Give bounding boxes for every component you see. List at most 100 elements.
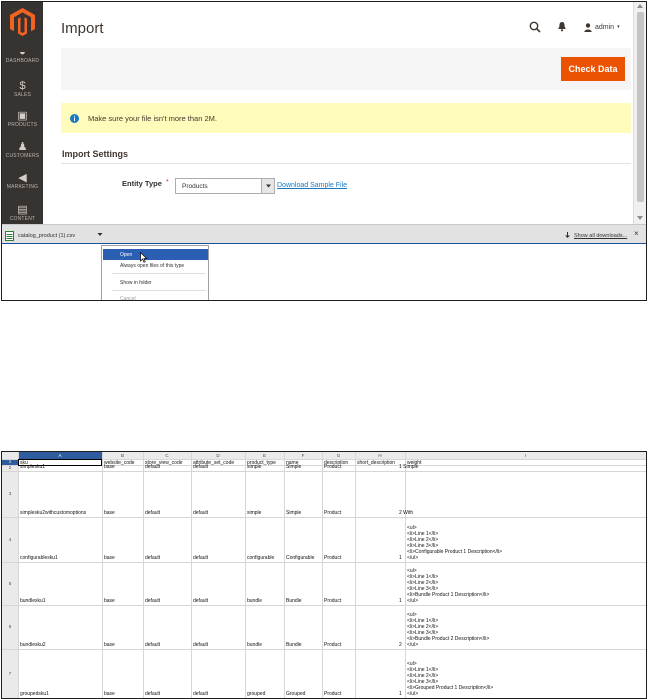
- table-cell[interactable]: 1: [399, 555, 402, 561]
- table-cell[interactable]: bundlesku2: [20, 642, 46, 648]
- entity-type-select[interactable]: Products: [175, 178, 275, 194]
- table-cell[interactable]: 1 Simple: [399, 464, 418, 470]
- column-header-h[interactable]: H: [355, 452, 405, 459]
- vertical-scrollbar[interactable]: [633, 2, 646, 224]
- column-header-i[interactable]: I: [405, 452, 646, 459]
- check-data-button[interactable]: Check Data: [561, 57, 625, 81]
- grid-line: [646, 452, 647, 698]
- close-icon[interactable]: ×: [634, 229, 639, 238]
- table-cell[interactable]: 1: [399, 691, 402, 697]
- column-header-d[interactable]: D: [191, 452, 245, 459]
- scroll-down-arrow-icon[interactable]: [637, 216, 643, 220]
- row-header[interactable]: 5: [2, 562, 18, 605]
- table-cell[interactable]: base: [104, 691, 115, 697]
- menu-item-open[interactable]: Open: [103, 249, 208, 260]
- table-cell[interactable]: default: [145, 555, 160, 561]
- table-cell[interactable]: default: [193, 691, 208, 697]
- sidebar-item-dashboard[interactable]: ◒ DASHBOARD: [2, 46, 43, 65]
- table-cell[interactable]: base: [104, 555, 115, 561]
- table-cell[interactable]: Product: [324, 642, 341, 648]
- description-cell[interactable]: <ul> <li>Line 1</li> <li>Line 2</li> <li…: [407, 612, 489, 649]
- table-cell[interactable]: simplesku2withcustomoptions: [20, 510, 86, 516]
- table-cell[interactable]: Grouped: [286, 691, 305, 697]
- sidebar-item-content[interactable]: ▤ CONTENT: [2, 204, 43, 223]
- table-cell[interactable]: 1: [399, 598, 402, 604]
- column-header-g[interactable]: G: [322, 452, 355, 459]
- table-cell[interactable]: configurablesku1: [20, 555, 58, 561]
- content-icon: ▤: [17, 204, 28, 216]
- grid-line: [102, 452, 103, 698]
- table-cell[interactable]: grouped: [247, 691, 265, 697]
- table-cell[interactable]: base: [104, 642, 115, 648]
- row-header[interactable]: 7: [2, 649, 18, 698]
- table-cell[interactable]: default: [193, 598, 208, 604]
- show-all-downloads[interactable]: Show all downloads...: [564, 232, 627, 239]
- table-cell[interactable]: simplesku1: [20, 464, 45, 470]
- sidebar-item-sales[interactable]: $ SALES: [2, 80, 43, 99]
- table-cell[interactable]: Product: [324, 598, 341, 604]
- table-cell[interactable]: default: [145, 598, 160, 604]
- table-cell[interactable]: bundle: [247, 598, 262, 604]
- sidebar-item-customers[interactable]: ♟ CUSTOMERS: [2, 141, 43, 160]
- table-cell[interactable]: Configurable: [286, 555, 314, 561]
- description-cell[interactable]: <ul> <li>Line 1</li> <li>Line 2</li> <li…: [407, 568, 489, 605]
- select-arrow[interactable]: [261, 179, 274, 193]
- table-cell[interactable]: default: [193, 464, 208, 470]
- bell-icon[interactable]: [557, 21, 567, 32]
- table-cell[interactable]: Product: [324, 464, 341, 470]
- table-cell[interactable]: default: [193, 555, 208, 561]
- header-cell[interactable]: short_description: [357, 460, 395, 466]
- grid-line: [2, 605, 646, 606]
- table-cell[interactable]: default: [145, 510, 160, 516]
- column-header-b[interactable]: B: [102, 452, 143, 459]
- column-header-e[interactable]: E: [245, 452, 284, 459]
- search-icon[interactable]: [529, 21, 541, 33]
- table-cell[interactable]: base: [104, 464, 115, 470]
- table-cell[interactable]: bundle: [247, 642, 262, 648]
- table-cell[interactable]: Bundle: [286, 642, 302, 648]
- table-cell[interactable]: base: [104, 510, 115, 516]
- menu-item-cancel[interactable]: Cancel: [103, 293, 208, 300]
- table-cell[interactable]: default: [145, 464, 160, 470]
- table-cell[interactable]: default: [193, 510, 208, 516]
- scroll-up-arrow-icon[interactable]: [637, 4, 643, 8]
- table-cell[interactable]: default: [145, 691, 160, 697]
- scrollbar-thumb[interactable]: [637, 12, 644, 202]
- description-cell[interactable]: <ul> <li>Line 1</li> <li>Line 2</li> <li…: [407, 525, 502, 562]
- table-cell[interactable]: Product: [324, 691, 341, 697]
- table-cell[interactable]: Product: [324, 510, 341, 516]
- table-cell[interactable]: simple: [247, 510, 261, 516]
- table-cell[interactable]: Product: [324, 555, 341, 561]
- table-cell[interactable]: default: [145, 642, 160, 648]
- row-header[interactable]: 3: [2, 471, 18, 517]
- table-cell[interactable]: Bundle: [286, 598, 302, 604]
- table-cell[interactable]: Simple: [286, 510, 301, 516]
- column-header-c[interactable]: C: [143, 452, 191, 459]
- sheet-corner[interactable]: [2, 452, 18, 459]
- table-cell[interactable]: 2: [399, 642, 402, 648]
- column-header-a[interactable]: A: [18, 452, 102, 459]
- column-header-f[interactable]: F: [284, 452, 322, 459]
- info-icon: [70, 113, 79, 123]
- table-cell[interactable]: Simple: [286, 464, 301, 470]
- user-menu[interactable]: admin ▾: [584, 21, 620, 33]
- table-cell[interactable]: bundlesku1: [20, 598, 46, 604]
- table-cell[interactable]: default: [193, 642, 208, 648]
- row-header[interactable]: 6: [2, 605, 18, 649]
- download-item[interactable]: catalog_product (1).csv: [5, 229, 75, 242]
- sidebar-item-products[interactable]: ▣ PRODUCTS: [2, 110, 43, 129]
- sidebar-item-marketing[interactable]: ◀ MARKETING: [2, 172, 43, 191]
- table-cell[interactable]: 2 With: [399, 510, 413, 516]
- grid-line: [2, 562, 646, 563]
- show-all-downloads-link[interactable]: Show all downloads...: [574, 233, 627, 239]
- table-cell[interactable]: base: [104, 598, 115, 604]
- menu-item-show-in-folder[interactable]: Show in folder: [103, 277, 208, 288]
- row-header[interactable]: 4: [2, 517, 18, 562]
- description-cell[interactable]: <ul> <li>Line 1</li> <li>Line 2</li> <li…: [407, 661, 493, 698]
- table-cell[interactable]: groupedsku1: [20, 691, 49, 697]
- download-sample-link[interactable]: Download Sample File: [277, 182, 347, 189]
- table-cell[interactable]: configurable: [247, 555, 274, 561]
- menu-item-always-open[interactable]: Always open files of this type: [103, 260, 208, 271]
- table-cell[interactable]: simple: [247, 464, 261, 470]
- chevron-down-icon[interactable]: [96, 229, 104, 239]
